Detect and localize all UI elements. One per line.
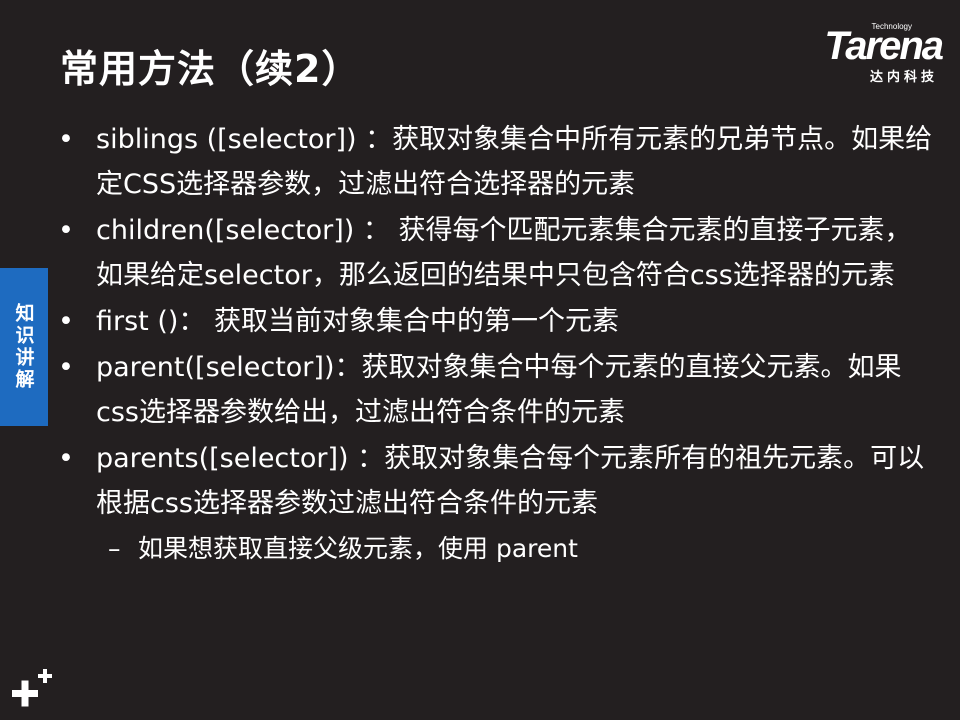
bullet-parent: • parent([selector])：获取对象集合中每个元素的直接父元素。如… [58, 345, 938, 435]
bullet-dot: • [58, 306, 74, 337]
bullet-text: parent([selector])：获取对象集合中每个元素的直接父元素。如果c… [96, 352, 902, 428]
bullet-text: children([selector]) ： 获得每个匹配元素集合元素的直接子元… [96, 215, 912, 291]
plus-decoration-icon [12, 669, 52, 707]
sub-bullet-parent-tip: – 如果想获取直接父级元素，使用 parent [58, 527, 938, 571]
bullet-text: parents([selector]) ：获取对象集合每个元素所有的祖先元素。可… [96, 443, 925, 519]
bullet-text: first ()： 获取当前对象集合中的第一个元素 [96, 306, 619, 337]
bullet-dot: • [58, 215, 74, 246]
sub-bullet-dash: – [108, 534, 121, 563]
bullet-parents: • parents([selector]) ：获取对象集合每个元素所有的祖先元素… [58, 436, 938, 526]
slide-title: 常用方法（续2） [60, 47, 361, 91]
sub-bullet-text: 如果想获取直接父级元素，使用 parent [138, 534, 578, 563]
bullet-dot: • [58, 124, 74, 155]
tarena-logo: Technology Tarena 达内科技 [777, 22, 944, 85]
side-tab-label: 知识讲解 [12, 303, 35, 391]
bullet-list: • siblings ([selector]) ：获取对象集合中所有元素的兄弟节… [58, 117, 938, 571]
bullet-dot: • [58, 443, 74, 474]
bullet-children: • children([selector]) ： 获得每个匹配元素集合元素的直接… [58, 208, 938, 298]
side-tab-knowledge: 知识讲解 [0, 268, 48, 426]
logo-brand-text: Tarena [824, 24, 944, 68]
bullet-text: siblings ([selector]) ：获取对象集合中所有元素的兄弟节点。… [96, 124, 933, 200]
bullet-first: • first ()： 获取当前对象集合中的第一个元素 [58, 299, 938, 344]
logo-subtitle-text: 达内科技 [869, 70, 938, 85]
bullet-dot: • [58, 352, 74, 383]
bullet-siblings: • siblings ([selector]) ：获取对象集合中所有元素的兄弟节… [58, 117, 938, 207]
